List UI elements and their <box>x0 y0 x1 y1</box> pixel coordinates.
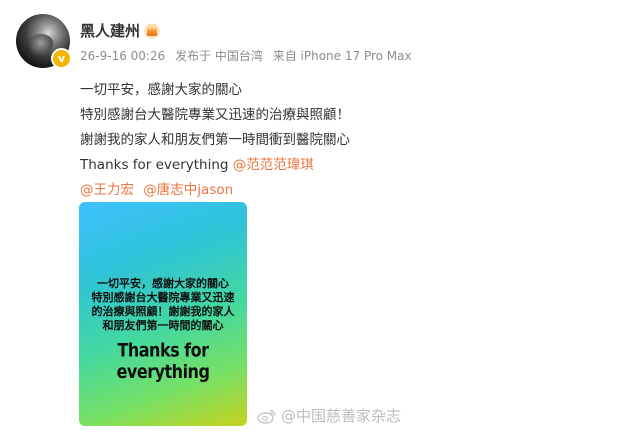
post-line: 謝謝我的家人和朋友們第一時間衝到醫院關心 <box>80 132 350 148</box>
post-header: 黑人建州 <box>80 20 160 41</box>
post-body: 一切平安，感謝大家的關心 特別感謝台大醫院專業又迅速的治療與照顧！ 謝謝我的家人… <box>80 78 350 203</box>
post-line-thanks: Thanks for everything @范范范瑋琪 <box>80 153 350 178</box>
mention-link[interactable]: @唐志中jason <box>143 182 233 198</box>
post-time[interactable]: 26-9-16 00:26 <box>80 49 165 63</box>
post-location: 发布于 中国台湾 <box>175 49 263 63</box>
image-caption-line: 的治療與照顧！謝謝我的家人 <box>91 305 235 318</box>
verified-badge-icon: v <box>51 48 72 69</box>
watermark: @中国慈善家杂志 <box>257 405 401 426</box>
image-caption-line: 特別感謝台大醫院專業又迅速 <box>91 291 235 304</box>
post-meta: 26-9-16 00:26 发布于 中国台湾 来自 iPhone 17 Pro … <box>80 47 418 64</box>
post-source: 来自 iPhone 17 Pro Max <box>272 49 412 63</box>
image-caption: 一切平安，感謝大家的關心 特別感謝台大醫院專業又迅速 的治療與照顧！謝謝我的家人… <box>79 277 247 333</box>
image-caption-line: 一切平安，感謝大家的關心 <box>97 277 229 290</box>
post-line: 特別感謝台大醫院專業又迅速的治療與照顧！ <box>80 107 350 123</box>
mention-link[interactable]: @范范范瑋琪 <box>233 157 314 173</box>
avatar-container[interactable]: v <box>16 14 72 69</box>
post-line: 一切平安，感謝大家的關心 <box>80 82 242 98</box>
crown-icon <box>144 23 160 38</box>
post-thanks-text: Thanks for everything <box>80 157 229 173</box>
post-image[interactable]: 一切平安，感謝大家的關心 特別感謝台大醫院專業又迅速 的治療與照顧！謝謝我的家人… <box>79 202 247 426</box>
post-line-mentions: @王力宏 @唐志中jason <box>80 178 350 203</box>
user-name[interactable]: 黑人建州 <box>80 20 140 41</box>
weibo-post: v 黑人建州 26-9-16 00:26 发布于 中国台湾 来自 iPhone … <box>0 0 634 432</box>
mention-link[interactable]: @王力宏 <box>80 182 134 198</box>
watermark-text: @中国慈善家杂志 <box>281 407 402 425</box>
weibo-logo-icon <box>257 409 276 424</box>
image-thanks-text: Thanks for everything <box>116 339 210 383</box>
image-caption-line: 和朋友們第一時間的關心 <box>102 319 224 332</box>
